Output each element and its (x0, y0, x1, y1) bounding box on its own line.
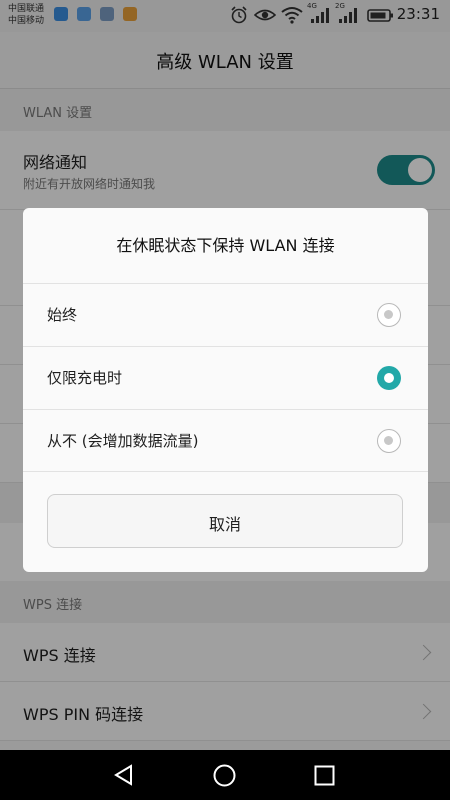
option-always[interactable]: 始终 (23, 283, 428, 346)
option-label: 始终 (47, 306, 78, 324)
dialog-title: 在休眠状态下保持 WLAN 连接 (116, 236, 335, 255)
option-label: 仅限充电时 (47, 369, 123, 387)
radio-unselected-icon[interactable] (377, 303, 401, 327)
option-label: 从不 (会增加数据流量) (47, 432, 199, 450)
cancel-button-label: 取消 (208, 515, 241, 534)
navigation-bar (0, 750, 450, 800)
sleep-policy-dialog: 在休眠状态下保持 WLAN 连接 始终 仅限充电时 从不 (会增加数据流量) 取… (23, 208, 428, 572)
recents-icon[interactable] (314, 765, 335, 786)
radio-selected-icon[interactable] (377, 366, 401, 390)
divider (23, 471, 428, 472)
home-icon[interactable] (213, 764, 236, 787)
option-never[interactable]: 从不 (会增加数据流量) (23, 409, 428, 472)
option-charging-only[interactable]: 仅限充电时 (23, 346, 428, 409)
radio-unselected-icon[interactable] (377, 429, 401, 453)
cancel-button[interactable]: 取消 (47, 494, 403, 548)
back-icon[interactable] (113, 764, 135, 786)
